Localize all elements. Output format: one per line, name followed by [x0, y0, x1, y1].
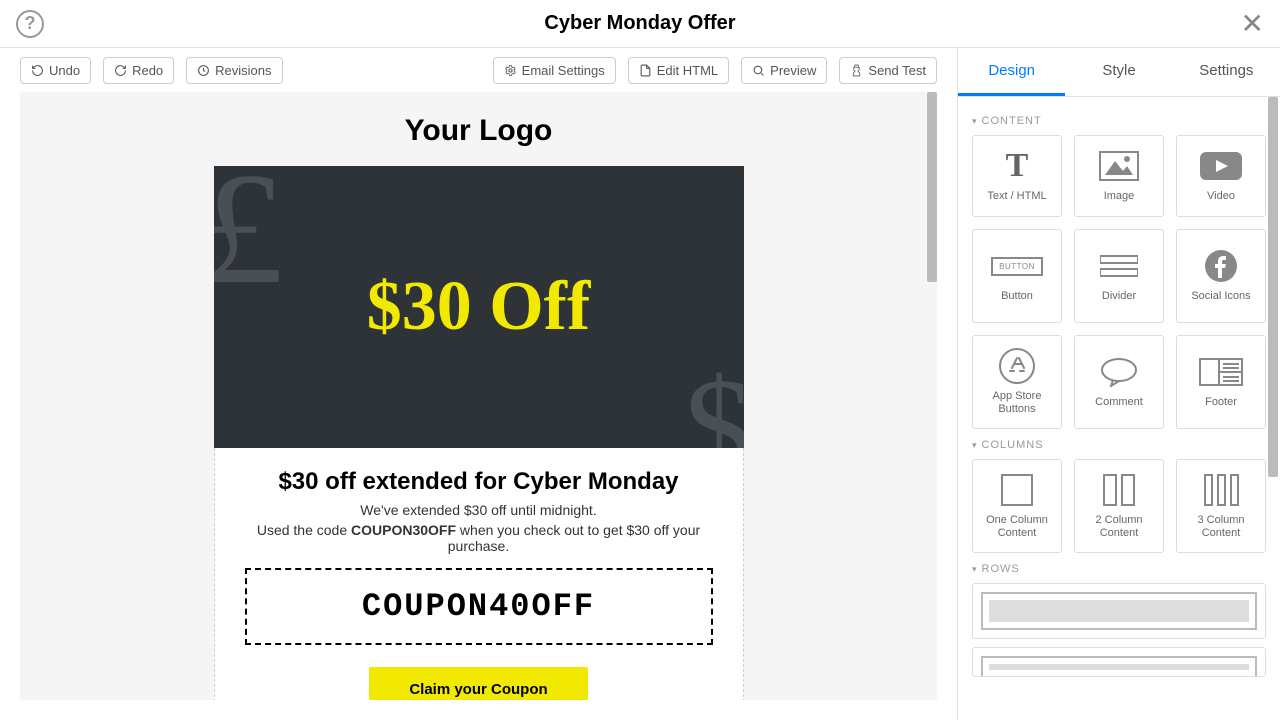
col3-icon — [1204, 472, 1239, 508]
email-headline: $30 off extended for Cyber Monday — [233, 468, 725, 496]
email-settings-button[interactable]: Email Settings — [493, 57, 616, 84]
coupon-code[interactable]: COUPON40OFF — [245, 568, 713, 645]
email-canvas[interactable]: Your Logo £ $ $30 Off $30 off extended f… — [20, 92, 937, 700]
email-sub2: Used the code COUPON30OFF when you check… — [233, 522, 725, 554]
sidebar-scrollbar[interactable] — [1268, 97, 1278, 477]
email-sub1: We've extended $30 off until midnight. — [233, 502, 725, 518]
widget-footer[interactable]: Footer — [1176, 335, 1266, 429]
widget-divider[interactable]: Divider — [1074, 229, 1164, 323]
dollar-decoration: $ — [684, 347, 744, 448]
send-test-button[interactable]: Send Test — [839, 57, 937, 84]
row-template-1[interactable] — [972, 583, 1266, 639]
preview-button[interactable]: Preview — [741, 57, 827, 84]
email-content[interactable]: $30 off extended for Cyber Monday We've … — [214, 448, 744, 700]
close-icon[interactable]: ✕ — [1241, 7, 1264, 40]
tab-style[interactable]: Style — [1065, 48, 1172, 96]
col1-icon — [1001, 472, 1033, 508]
toolbar: Undo Redo Revisions Email Settings Edit … — [0, 48, 957, 92]
section-rows[interactable]: ROWS — [972, 563, 1266, 575]
widget-col1[interactable]: One Column Content — [972, 459, 1062, 553]
widget-comment[interactable]: Comment — [1074, 335, 1164, 429]
hero-text: $30 Off — [367, 267, 591, 347]
tab-design[interactable]: Design — [958, 48, 1065, 96]
page-title: Cyber Monday Offer — [544, 12, 735, 35]
editor-area: Undo Redo Revisions Email Settings Edit … — [0, 48, 958, 720]
video-icon — [1200, 148, 1242, 184]
widget-video[interactable]: Video — [1176, 135, 1266, 217]
footer-icon — [1199, 354, 1243, 390]
widget-image[interactable]: Image — [1074, 135, 1164, 217]
widget-col2[interactable]: 2 Column Content — [1074, 459, 1164, 553]
cta-button[interactable]: Claim your Coupon — [369, 667, 587, 700]
edit-html-button[interactable]: Edit HTML — [628, 57, 729, 84]
section-columns[interactable]: COLUMNS — [972, 439, 1266, 451]
row-template-2[interactable] — [972, 647, 1266, 677]
section-content[interactable]: CONTENT — [972, 115, 1266, 127]
social-icon — [1205, 248, 1237, 284]
tab-settings[interactable]: Settings — [1173, 48, 1280, 96]
image-icon — [1099, 148, 1139, 184]
widget-text[interactable]: T Text / HTML — [972, 135, 1062, 217]
canvas-scrollbar[interactable] — [927, 92, 937, 282]
redo-button[interactable]: Redo — [103, 57, 174, 84]
widget-social[interactable]: Social Icons — [1176, 229, 1266, 323]
sidebar: Design Style Settings CONTENT T Text / H… — [958, 48, 1280, 720]
app-header: ? Cyber Monday Offer ✕ — [0, 0, 1280, 48]
widget-col3[interactable]: 3 Column Content — [1176, 459, 1266, 553]
widget-button[interactable]: BUTTON Button — [972, 229, 1062, 323]
undo-button[interactable]: Undo — [20, 57, 91, 84]
widget-appstore[interactable]: App Store Buttons — [972, 335, 1062, 429]
divider-icon — [1100, 248, 1138, 284]
sidebar-tabs: Design Style Settings — [958, 48, 1280, 97]
text-icon: T — [1006, 148, 1029, 184]
help-icon[interactable]: ? — [16, 10, 44, 38]
comment-icon — [1100, 354, 1138, 390]
pound-decoration: £ — [214, 166, 284, 321]
email-logo[interactable]: Your Logo — [214, 92, 744, 166]
revisions-button[interactable]: Revisions — [186, 57, 282, 84]
button-icon: BUTTON — [991, 248, 1043, 284]
email-hero[interactable]: £ $ $30 Off — [214, 166, 744, 448]
appstore-icon — [999, 348, 1035, 384]
col2-icon — [1103, 472, 1135, 508]
